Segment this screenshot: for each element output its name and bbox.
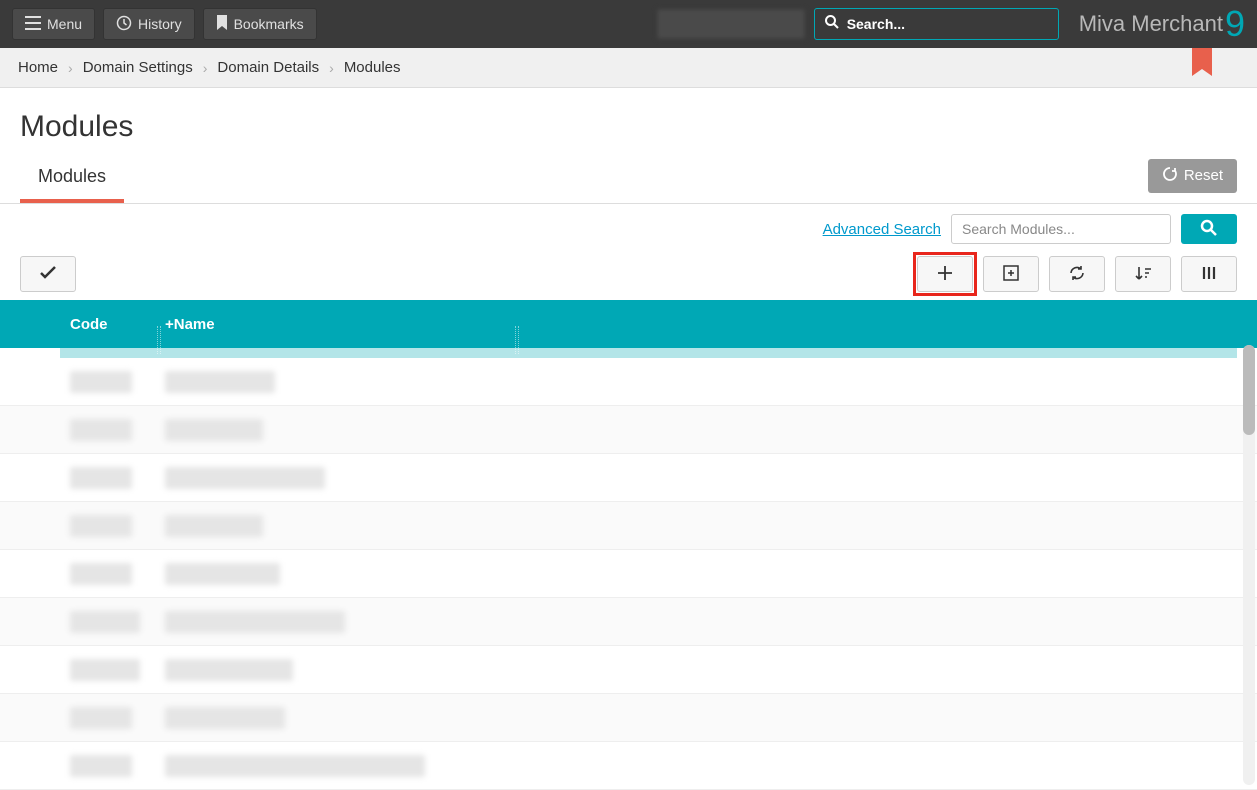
new-box-button[interactable] [983, 256, 1039, 292]
table-row[interactable] [0, 502, 1257, 550]
clock-icon [116, 15, 132, 34]
history-label: History [138, 16, 182, 32]
table-row[interactable] [0, 742, 1257, 790]
reset-label: Reset [1184, 167, 1223, 184]
bookmarks-label: Bookmarks [234, 16, 304, 32]
logo-text: Miva Merchant [1079, 11, 1223, 37]
columns-button[interactable] [1181, 256, 1237, 292]
chevron-right-icon: › [329, 60, 334, 76]
table-row[interactable] [0, 358, 1257, 406]
menu-label: Menu [47, 16, 82, 32]
bookmarks-button[interactable]: Bookmarks [203, 8, 317, 40]
scrollbar-thumb[interactable] [1243, 345, 1255, 435]
chevron-right-icon: › [203, 60, 208, 76]
scrollbar-track[interactable] [1243, 345, 1255, 785]
column-name[interactable]: +Name [165, 316, 515, 333]
page-title: Modules [20, 110, 1237, 144]
plus-icon [936, 264, 954, 285]
tabs-row: Modules Reset [0, 154, 1257, 204]
breadcrumb-domain-settings[interactable]: Domain Settings [83, 59, 193, 76]
toolbar-row [0, 252, 1257, 300]
logo: Miva Merchant 9 [1079, 11, 1245, 37]
table-row[interactable] [0, 694, 1257, 742]
table-row[interactable] [0, 406, 1257, 454]
advanced-search-link[interactable]: Advanced Search [823, 221, 941, 238]
breadcrumb-domain-details[interactable]: Domain Details [217, 59, 319, 76]
bookmark-ribbon-icon[interactable] [1192, 48, 1212, 76]
add-button[interactable] [917, 256, 973, 292]
chevron-right-icon: › [68, 60, 73, 76]
menu-button[interactable]: Menu [12, 8, 95, 40]
sort-button[interactable] [1115, 256, 1171, 292]
logo-version: 9 [1225, 13, 1245, 35]
search-icon [1200, 219, 1218, 240]
breadcrumb-modules[interactable]: Modules [344, 59, 401, 76]
sort-icon [1134, 264, 1152, 285]
column-code[interactable]: Code [70, 316, 165, 333]
bookmark-icon [216, 15, 228, 34]
check-icon [39, 266, 57, 283]
reset-icon [1162, 166, 1178, 186]
page-header: Modules [0, 88, 1257, 154]
refresh-icon [1068, 264, 1086, 285]
tab-modules[interactable]: Modules [20, 154, 124, 203]
topbar: Menu History Bookmarks Miva Merchant 9 [0, 0, 1257, 48]
table-row[interactable] [0, 598, 1257, 646]
plus-box-icon [1002, 264, 1020, 285]
global-search-input[interactable] [847, 16, 1048, 32]
selection-strip [60, 348, 1237, 358]
search-icon [825, 15, 839, 34]
reset-button[interactable]: Reset [1148, 159, 1237, 193]
global-search[interactable] [814, 8, 1059, 40]
search-go-button[interactable] [1181, 214, 1237, 244]
select-all-button[interactable] [20, 256, 76, 292]
table-row[interactable] [0, 646, 1257, 694]
table-header: Code +Name [0, 300, 1257, 348]
refresh-button[interactable] [1049, 256, 1105, 292]
breadcrumb: Home › Domain Settings › Domain Details … [0, 48, 1257, 88]
table-row[interactable] [0, 454, 1257, 502]
column-resize-handle[interactable] [515, 326, 519, 354]
table-body [0, 348, 1257, 790]
column-resize-handle[interactable] [157, 326, 161, 354]
table-row[interactable] [0, 550, 1257, 598]
breadcrumb-home[interactable]: Home [18, 59, 58, 76]
history-button[interactable]: History [103, 8, 195, 40]
store-selector[interactable] [656, 8, 806, 40]
search-modules-input[interactable] [951, 214, 1171, 244]
columns-icon [1200, 264, 1218, 285]
search-row: Advanced Search [0, 204, 1257, 252]
hamburger-icon [25, 16, 41, 33]
